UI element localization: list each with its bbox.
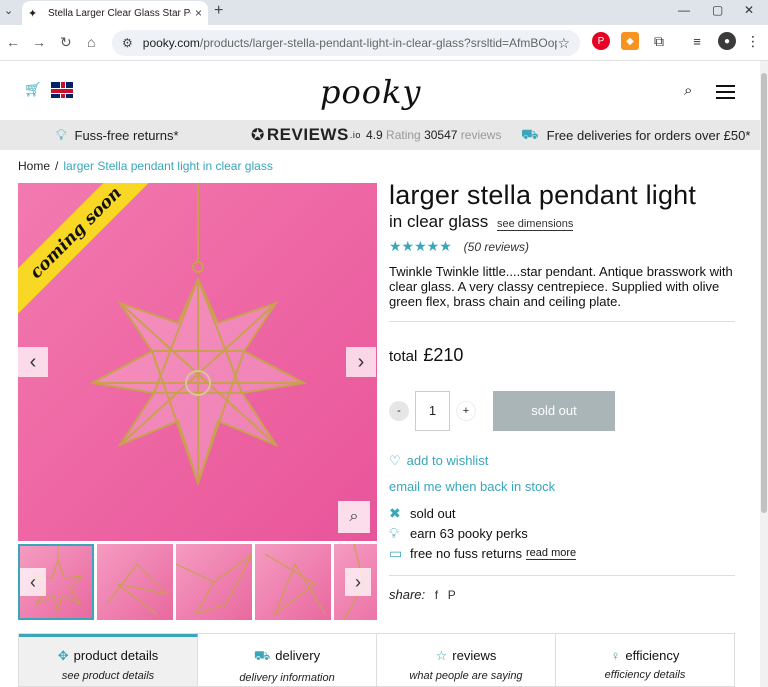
site-header: 🛒︎ pooky ⌕	[0, 61, 768, 121]
new-tab-button[interactable]: +	[214, 2, 223, 20]
address-bar[interactable]: ⚙ pooky.com/products/larger-stella-penda…	[112, 30, 580, 56]
email-back-in-stock-link[interactable]: email me when back in stock	[389, 479, 555, 494]
tab-product-details[interactable]: ✥ product details see product details	[19, 634, 198, 686]
thumbnail-2[interactable]	[97, 544, 173, 620]
thumbnail-3[interactable]	[176, 544, 252, 620]
total-label: total	[389, 348, 418, 365]
hamburger-menu-icon[interactable]	[716, 85, 735, 103]
bookmark-star-icon[interactable]: ☆	[557, 35, 570, 52]
quantity-input[interactable]: 1	[415, 391, 450, 431]
breadcrumb-home[interactable]: Home	[18, 159, 50, 173]
product-title: larger stella pendant light	[389, 180, 697, 210]
browser-menu-icon[interactable]: ⋮	[744, 32, 762, 50]
sold-out-button[interactable]: sold out	[493, 391, 615, 431]
puzzle-icon[interactable]: ⧉	[650, 32, 668, 50]
truck-icon: ⛟	[521, 125, 539, 142]
quantity-increase-button[interactable]: +	[456, 401, 476, 421]
zoom-icon[interactable]: ⌕	[338, 501, 370, 533]
cart-icon[interactable]: 🛒︎	[24, 81, 42, 98]
tab-delivery[interactable]: ⛟ delivery delivery information	[198, 634, 377, 686]
home-icon[interactable]: ⌂	[87, 34, 95, 50]
address-row: ← → ↻ ⌂ ⚙ pooky.com/products/larger-stel…	[0, 25, 768, 61]
reviews-star-icon: ✪	[251, 127, 265, 144]
reload-icon[interactable]: ↻	[60, 34, 72, 51]
see-dimensions-link[interactable]: see dimensions	[496, 218, 574, 231]
browser-tabbar: ⌄ ✦ Stella Larger Clear Glass Star Pe × …	[0, 0, 768, 25]
share-row: share: f P	[389, 587, 456, 602]
site-info-icon[interactable]: ⚙	[122, 36, 133, 50]
page-scrollbar[interactable]	[760, 61, 768, 687]
bulb-icon: ♀	[610, 648, 621, 663]
maximize-icon[interactable]: ▢	[712, 3, 723, 17]
close-tab-icon[interactable]: ×	[195, 6, 202, 20]
tab-title: Stella Larger Clear Glass Star Pe	[48, 7, 191, 19]
add-to-wishlist-link[interactable]: ♡ add to wishlist	[389, 453, 488, 469]
close-window-icon[interactable]: ✕	[744, 3, 754, 17]
site-logo[interactable]: pooky	[320, 73, 421, 111]
returns-text[interactable]: Fuss-free returns*	[75, 128, 179, 143]
search-icon[interactable]: ⌕	[684, 82, 692, 99]
thumbnail-strip: ‹ ›	[18, 544, 377, 622]
gallery-prev-button[interactable]: ‹	[18, 347, 48, 377]
pinterest-extension-icon[interactable]: P	[592, 32, 610, 50]
star-icon: ☆	[435, 648, 448, 663]
breadcrumb-current[interactable]: larger Stella pendant light in clear gla…	[63, 159, 272, 173]
url-text[interactable]: pooky.com/products/larger-stella-pendant…	[143, 36, 558, 50]
forward-icon[interactable]: →	[32, 34, 46, 50]
reviews-count[interactable]: (50 reviews)	[464, 240, 529, 254]
product-tabs: ✥ product details see product details ⛟ de…	[18, 633, 735, 687]
tab-list-chevron-icon[interactable]: ⌄	[4, 4, 13, 17]
heart-icon: ♡	[389, 453, 401, 468]
profile-avatar[interactable]: ●	[718, 32, 736, 50]
thumbnail-next-button[interactable]: ›	[345, 568, 371, 596]
browser-tab-active[interactable]: ✦ Stella Larger Clear Glass Star Pe ×	[22, 1, 208, 25]
breadcrumb: Home / larger Stella pendant light in clea…	[18, 159, 273, 173]
stock-status: ✖ sold out	[389, 505, 456, 521]
facebook-icon[interactable]: f	[435, 588, 438, 602]
pinterest-icon[interactable]: P	[448, 588, 456, 602]
rating-stars[interactable]: ★★★★★ (50 reviews)	[389, 238, 529, 255]
rating-summary[interactable]: 4.9 Rating 30547 reviews	[366, 128, 501, 142]
minimize-icon[interactable]: —	[678, 3, 690, 17]
product-subtitle: in clear glass see dimensions	[389, 212, 574, 231]
info-bar: 💡︎ Fuss-free returns* ✪ REVIEWS .io 4.9 R…	[0, 120, 760, 150]
quantity-decrease-button[interactable]: -	[389, 401, 409, 421]
price: £210	[423, 345, 464, 365]
stars-icon: ★★★★★	[389, 238, 452, 254]
product-gallery[interactable]: coming soon ‹ › ⌕	[18, 183, 377, 541]
cross-icon: ✖	[389, 505, 401, 521]
money-icon: ▭	[389, 545, 403, 561]
truck-icon: ⛟	[253, 648, 271, 663]
read-more-link[interactable]: read more	[526, 547, 577, 560]
tab-reviews[interactable]: ☆ reviews what people are saying	[377, 634, 556, 686]
product-description: Twinkle Twinkle little....star pendant. …	[389, 264, 733, 309]
thumbnail-4[interactable]	[255, 544, 331, 620]
delivery-text[interactable]: Free deliveries for orders over £50*	[547, 128, 751, 143]
returns-info: ▭ free no fuss returns read more	[389, 545, 577, 561]
tab-efficiency[interactable]: ♀ efficiency efficiency details	[556, 634, 734, 686]
gallery-next-button[interactable]: ›	[346, 347, 376, 377]
divider	[389, 575, 735, 576]
price-block: total £210	[389, 345, 463, 366]
uk-flag-icon[interactable]	[51, 82, 73, 98]
bulb-icon: 💡︎	[56, 126, 67, 144]
divider	[389, 321, 735, 322]
move-icon: ✥	[57, 648, 69, 663]
perks-info: 💡︎ earn 63 pooky perks	[389, 525, 528, 541]
favicon-icon: ✦	[28, 7, 38, 20]
reviews-io-logo[interactable]: ✪ REVIEWS .io	[251, 125, 361, 145]
bulb-icon: 💡︎	[389, 525, 399, 541]
thumbnail-prev-button[interactable]: ‹	[20, 568, 46, 596]
back-icon[interactable]: ←	[6, 34, 20, 50]
media-icon[interactable]: ≡	[688, 32, 706, 50]
extension-icon[interactable]: ◆	[621, 32, 639, 50]
